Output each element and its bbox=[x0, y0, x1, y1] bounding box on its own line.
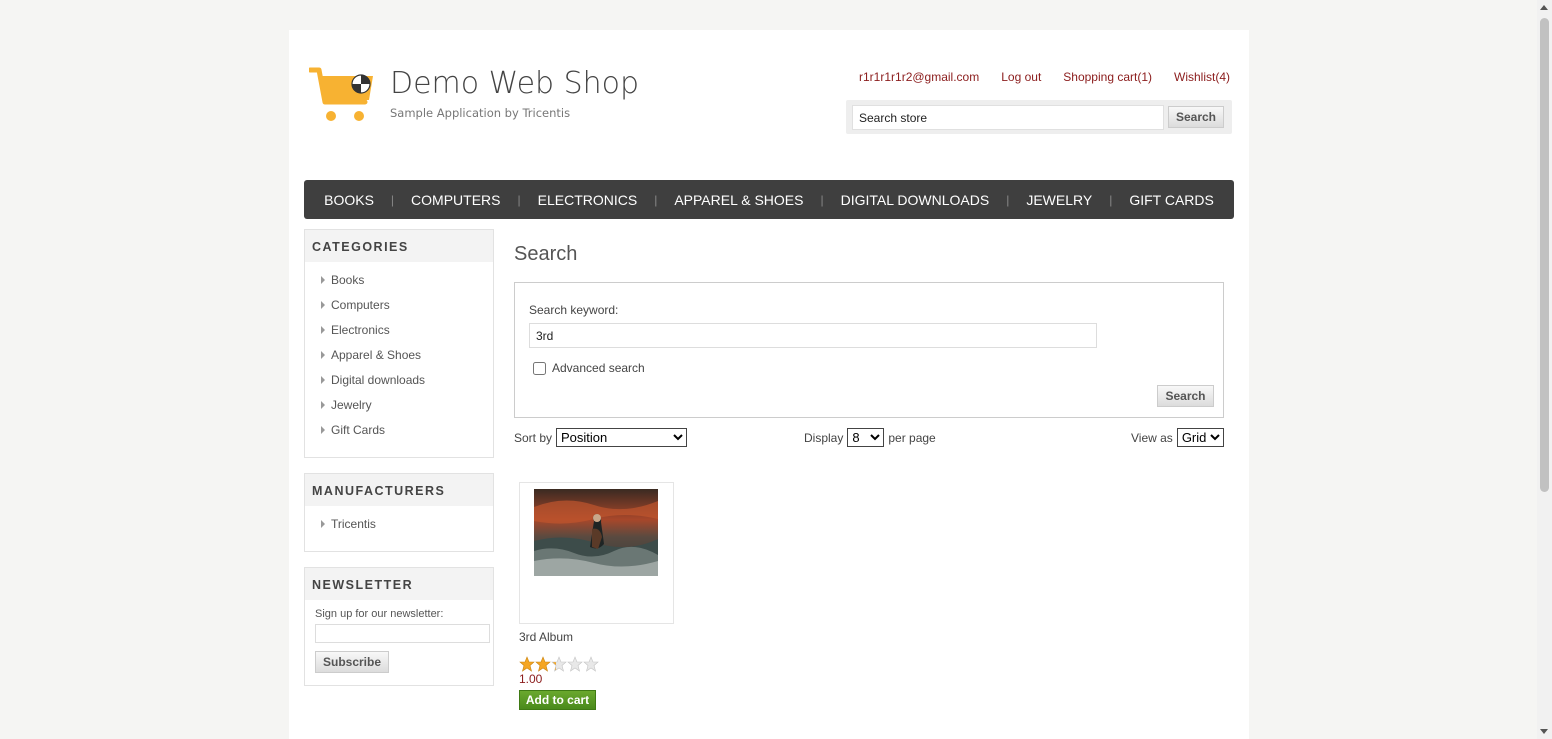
categories-block: CATEGORIES Books Computers Electronics A… bbox=[304, 229, 494, 458]
star-full-icon bbox=[519, 656, 535, 672]
store-search-input[interactable] bbox=[852, 105, 1164, 130]
category-item-apparel-shoes[interactable]: Apparel & Shoes bbox=[321, 345, 493, 370]
arrow-right-icon bbox=[321, 351, 325, 359]
add-to-cart-button[interactable]: Add to cart bbox=[519, 690, 596, 710]
sort-control: Sort by Position bbox=[514, 428, 688, 447]
store-search-box: Search bbox=[846, 100, 1232, 134]
category-label: Books bbox=[331, 273, 365, 287]
advanced-search-label: Advanced search bbox=[552, 361, 645, 375]
advanced-search-toggle[interactable]: Advanced search bbox=[533, 361, 645, 375]
advanced-search-checkbox[interactable] bbox=[533, 361, 546, 375]
arrow-right-icon bbox=[321, 376, 325, 384]
arrow-right-icon bbox=[321, 426, 325, 434]
category-item-electronics[interactable]: Electronics bbox=[321, 320, 493, 345]
sort-select[interactable]: Position bbox=[556, 428, 688, 447]
top-menu: BOOKS | COMPUTERS | ELECTRONICS | APPARE… bbox=[304, 180, 1234, 219]
manufacturers-title: MANUFACTURERS bbox=[305, 474, 493, 506]
logout-link[interactable]: Log out bbox=[1001, 70, 1041, 84]
manufacturer-item-tricentis[interactable]: Tricentis bbox=[321, 514, 493, 539]
search-submit-button[interactable]: Search bbox=[1157, 385, 1214, 407]
logo-title: Demo Web Shop bbox=[390, 66, 640, 101]
star-half-icon bbox=[551, 656, 567, 672]
search-keyword-input[interactable] bbox=[529, 323, 1097, 348]
newsletter-block: NEWSLETTER Sign up for our newsletter: S… bbox=[304, 567, 494, 686]
manufacturers-block: MANUFACTURERS Tricentis bbox=[304, 473, 494, 552]
product-rating bbox=[519, 656, 679, 672]
topmenu-books[interactable]: BOOKS bbox=[307, 192, 391, 208]
album-cover-image bbox=[534, 489, 658, 576]
header-links: r1r1r1r1r2@gmail.com Log out Shopping ca… bbox=[859, 70, 1230, 84]
logo-subtitle: Sample Application by Tricentis bbox=[390, 106, 571, 120]
arrow-right-icon bbox=[321, 520, 325, 528]
view-mode-select[interactable]: Grid bbox=[1176, 428, 1224, 447]
category-item-digital-downloads[interactable]: Digital downloads bbox=[321, 370, 493, 395]
shopping-cart-link[interactable]: Shopping cart(1) bbox=[1063, 70, 1152, 84]
topmenu-apparel-shoes[interactable]: APPAREL & SHOES bbox=[657, 192, 820, 208]
categories-title: CATEGORIES bbox=[305, 230, 493, 262]
star-empty-icon bbox=[583, 656, 599, 672]
star-full-icon bbox=[535, 656, 551, 672]
wishlist-link[interactable]: Wishlist(4) bbox=[1174, 70, 1230, 84]
category-label: Apparel & Shoes bbox=[331, 348, 422, 362]
category-item-jewelry[interactable]: Jewelry bbox=[321, 395, 493, 420]
newsletter-title: NEWSLETTER bbox=[305, 568, 493, 600]
scrollbar-thumb[interactable] bbox=[1540, 18, 1549, 492]
arrow-right-icon bbox=[321, 401, 325, 409]
category-label: Electronics bbox=[331, 323, 390, 337]
arrow-right-icon bbox=[321, 301, 325, 309]
shopping-cart-logo-icon bbox=[309, 67, 373, 121]
newsletter-label: Sign up for our newsletter: bbox=[315, 608, 444, 620]
category-label: Jewelry bbox=[331, 398, 372, 412]
topmenu-gift-cards[interactable]: GIFT CARDS bbox=[1112, 192, 1231, 208]
arrow-right-icon bbox=[321, 276, 325, 284]
topmenu-jewelry[interactable]: JEWELRY bbox=[1009, 192, 1109, 208]
account-link[interactable]: r1r1r1r1r2@gmail.com bbox=[859, 70, 979, 84]
scroll-down-arrow-icon[interactable] bbox=[1540, 729, 1548, 734]
product-title[interactable]: 3rd Album bbox=[519, 630, 679, 644]
category-item-books[interactable]: Books bbox=[321, 270, 493, 295]
sort-label: Sort by bbox=[514, 430, 553, 445]
newsletter-email-input[interactable] bbox=[315, 624, 490, 643]
search-panel: Search keyword: Advanced search Search bbox=[514, 282, 1224, 418]
topmenu-computers[interactable]: COMPUTERS bbox=[394, 192, 517, 208]
page-scrollbar[interactable] bbox=[1537, 0, 1552, 739]
topmenu-digital-downloads[interactable]: DIGITAL DOWNLOADS bbox=[824, 192, 1007, 208]
display-control: Display 8 per page bbox=[804, 428, 936, 447]
product-image[interactable] bbox=[519, 482, 674, 624]
page-container: Demo Web Shop Sample Application by Tric… bbox=[289, 30, 1249, 739]
product-item: 3rd Album 1.00 Add to cart bbox=[519, 482, 679, 710]
view-as-label: View as bbox=[1131, 430, 1173, 445]
scroll-up-arrow-icon[interactable] bbox=[1540, 5, 1548, 10]
category-label: Gift Cards bbox=[331, 423, 386, 437]
site-logo[interactable]: Demo Web Shop Sample Application by Tric… bbox=[309, 66, 639, 126]
topmenu-electronics[interactable]: ELECTRONICS bbox=[521, 192, 655, 208]
page-size-select[interactable]: 8 bbox=[847, 428, 885, 447]
product-price: 1.00 bbox=[519, 672, 543, 686]
display-label: Display bbox=[804, 430, 844, 445]
subscribe-button[interactable]: Subscribe bbox=[315, 651, 389, 673]
arrow-right-icon bbox=[321, 326, 325, 334]
view-mode-control: View as Grid bbox=[1131, 428, 1224, 447]
star-empty-icon bbox=[567, 656, 583, 672]
category-item-gift-cards[interactable]: Gift Cards bbox=[321, 420, 493, 445]
search-keyword-label: Search keyword: bbox=[529, 303, 619, 317]
category-label: Digital downloads bbox=[331, 373, 426, 387]
page-title: Search bbox=[514, 243, 578, 265]
category-item-computers[interactable]: Computers bbox=[321, 295, 493, 320]
per-page-label: per page bbox=[888, 430, 936, 445]
store-search-button[interactable]: Search bbox=[1168, 106, 1224, 128]
category-label: Computers bbox=[331, 298, 390, 312]
manufacturer-label: Tricentis bbox=[331, 517, 376, 531]
